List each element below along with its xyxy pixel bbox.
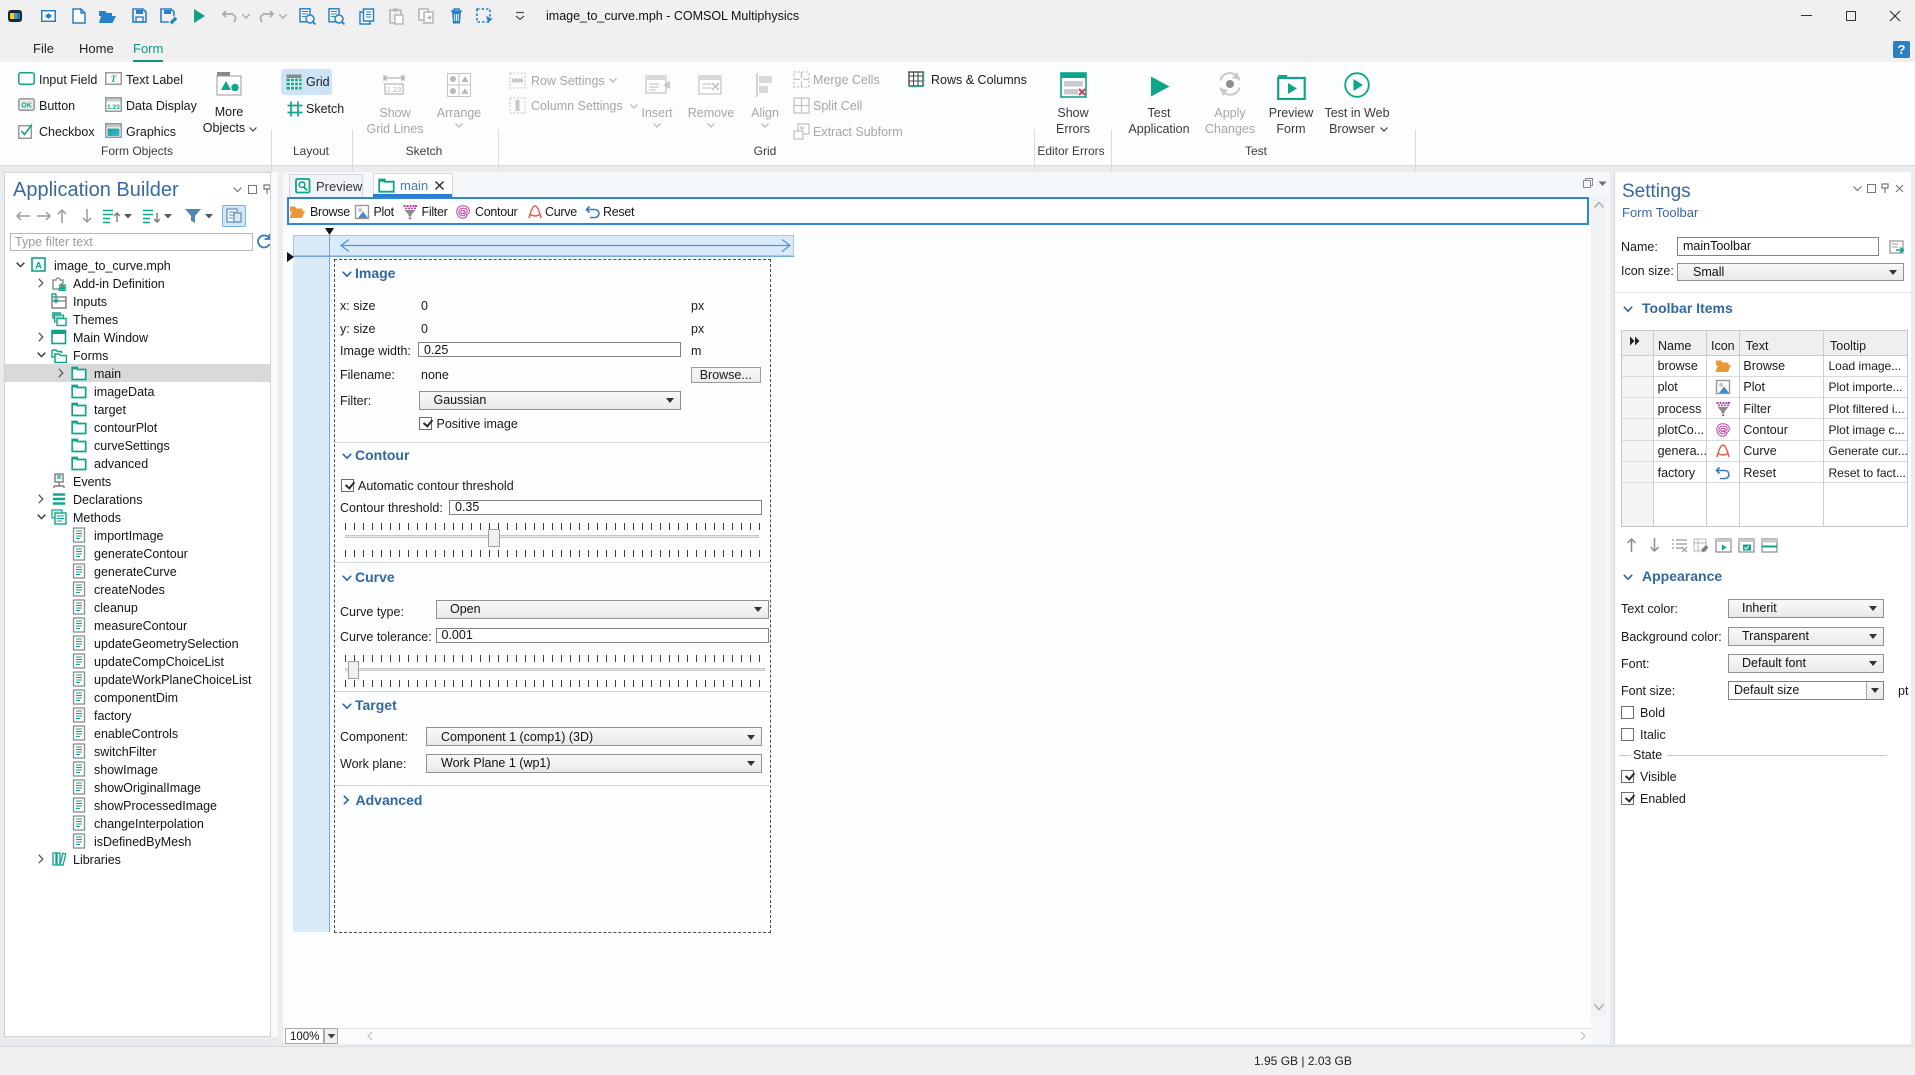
svg-text:T: T: [111, 74, 117, 84]
svg-text:1.23: 1.23: [107, 104, 120, 111]
svg-text:OK: OK: [21, 103, 32, 110]
svg-text:1.23: 1.23: [387, 85, 402, 94]
